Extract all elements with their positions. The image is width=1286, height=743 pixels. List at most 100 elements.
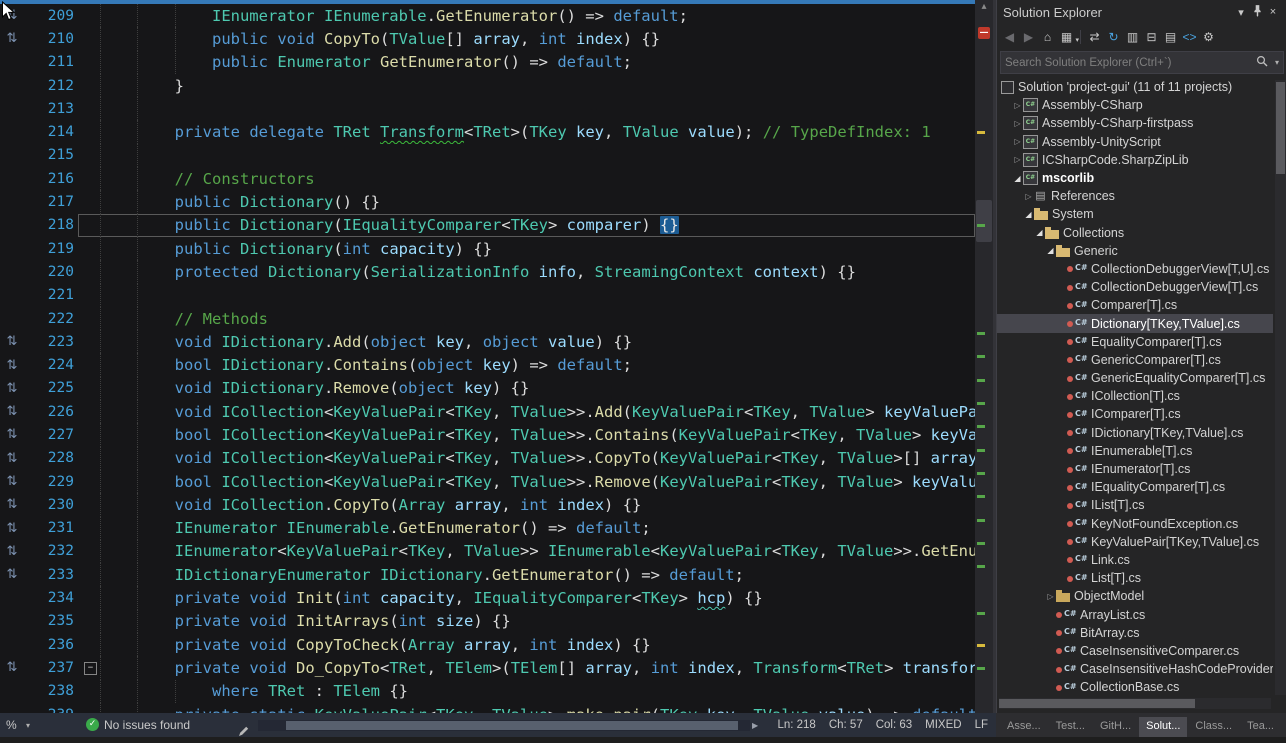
code-line[interactable]: 236 private void CopyToCheck(Array array… [0, 633, 975, 656]
tree-item[interactable]: IDictionary[TKey,TValue].cs [997, 424, 1273, 442]
properties-icon[interactable]: ⚙ [1199, 28, 1218, 46]
code-line[interactable]: 218 public Dictionary(IEqualityComparer<… [0, 214, 975, 237]
code-line[interactable]: ⇅225 void IDictionary.Remove(object key)… [0, 377, 975, 400]
line-number[interactable]: 218 [24, 217, 78, 233]
collapsed-arrow-icon[interactable]: ▷ [1012, 101, 1023, 110]
code-text[interactable]: // Methods [78, 307, 975, 330]
collapsed-arrow-icon[interactable]: ▷ [1023, 192, 1034, 201]
code-text[interactable] [78, 97, 975, 120]
code-text[interactable] [78, 144, 975, 167]
code-line[interactable]: ⇅210 public void CopyTo(TValue[] array, … [0, 27, 975, 50]
code-text[interactable]: void ICollection.CopyTo(Array array, int… [78, 493, 975, 516]
tree-item[interactable]: BitArray.cs [997, 624, 1273, 642]
collapsed-arrow-icon[interactable]: ▷ [1045, 592, 1056, 601]
tree-item[interactable]: EqualityComparer[T].cs [997, 333, 1273, 351]
line-number[interactable]: 224 [24, 357, 78, 373]
code-text[interactable]: private void Init(int capacity, IEqualit… [78, 586, 975, 609]
collapsed-arrow-icon[interactable]: ▷ [1012, 155, 1023, 164]
tree-item[interactable]: ICollection[T].cs [997, 387, 1273, 405]
tree-item[interactable]: CollectionDebuggerView[T,U].cs [997, 260, 1273, 278]
refresh-icon[interactable]: ↻ [1104, 28, 1123, 46]
tree-item[interactable]: ▷C#Assembly-CSharp-firstpass [997, 114, 1273, 132]
editor-scrollbar-thumb[interactable] [976, 200, 992, 242]
code-line[interactable]: 217 public Dictionary() {} [0, 190, 975, 213]
tree-item[interactable]: GenericComparer[T].cs [997, 351, 1273, 369]
code-text[interactable]: // Constructors [78, 167, 975, 190]
show-all-files-icon[interactable]: ▤ [1161, 28, 1180, 46]
hscroll-right-icon[interactable]: ▶ [752, 713, 758, 737]
line-number[interactable]: 231 [24, 520, 78, 536]
tree-item[interactable]: ◢System [997, 205, 1273, 223]
tree-item[interactable]: ▷C#Assembly-UnityScript [997, 133, 1273, 151]
code-line[interactable]: 219 public Dictionary(int capacity) {} [0, 237, 975, 260]
tree-item[interactable]: ◢C#mscorlib [997, 169, 1273, 187]
line-number[interactable]: 230 [24, 497, 78, 513]
code-line[interactable]: 215 [0, 144, 975, 167]
line-number[interactable]: 212 [24, 78, 78, 94]
interface-impl-icon[interactable]: ⇅ [0, 567, 24, 582]
search-input[interactable] [1001, 57, 1253, 69]
tree-item[interactable]: Comparer[T].cs [997, 296, 1273, 314]
code-line[interactable]: ⇅231 IEnumerator IEnumerable.GetEnumerat… [0, 517, 975, 540]
tree-vscrollbar-thumb[interactable] [1276, 82, 1285, 174]
code-line[interactable]: ⇅237− private void Do_CopyTo<TRet, TElem… [0, 656, 975, 679]
char-indicator[interactable]: Ch: 57 [829, 719, 863, 731]
line-number[interactable]: 225 [24, 380, 78, 396]
tree-item[interactable]: ▷ObjectModel [997, 587, 1273, 605]
code-text[interactable]: private static KeyValuePair<TKey, TValue… [78, 703, 975, 713]
tree-item[interactable]: IEqualityComparer[T].cs [997, 478, 1273, 496]
code-line[interactable]: ⇅227 bool ICollection<KeyValuePair<TKey,… [0, 423, 975, 446]
tool-window-tab[interactable]: Class... [1188, 717, 1239, 737]
collapse-all-icon[interactable]: ⊟ [1142, 28, 1161, 46]
editor-hscrollbar-thumb[interactable] [286, 721, 738, 730]
interface-impl-icon[interactable]: ⇅ [0, 404, 24, 419]
code-text[interactable]: bool ICollection<KeyValuePair<TKey, TVal… [78, 423, 975, 446]
tool-window-tab[interactable]: Tea... [1240, 717, 1281, 737]
line-number[interactable]: 219 [24, 241, 78, 257]
search-icon[interactable] [1253, 54, 1271, 72]
line-indicator[interactable]: Ln: 218 [777, 719, 815, 731]
tree-item[interactable]: KeyNotFoundException.cs [997, 515, 1273, 533]
code-line[interactable]: 212 } [0, 74, 975, 97]
tree-item[interactable]: CaseInsensitiveComparer.cs [997, 642, 1273, 660]
code-line[interactable]: 216 // Constructors [0, 167, 975, 190]
tree-vscrollbar[interactable] [1275, 80, 1286, 695]
code-text[interactable] [78, 284, 975, 307]
interface-impl-icon[interactable]: ⇅ [0, 427, 24, 442]
line-number[interactable]: 215 [24, 147, 78, 163]
code-text[interactable]: private delegate TRet Transform<TRet>(TK… [78, 120, 975, 143]
line-number[interactable]: 214 [24, 124, 78, 140]
code-line[interactable]: ⇅228 void ICollection<KeyValuePair<TKey,… [0, 447, 975, 470]
line-number[interactable]: 228 [24, 450, 78, 466]
code-line[interactable]: ⇅230 void ICollection.CopyTo(Array array… [0, 493, 975, 516]
column-indicator[interactable]: Col: 63 [876, 719, 912, 731]
line-number[interactable]: 216 [24, 171, 78, 187]
line-number[interactable]: 223 [24, 334, 78, 350]
line-number[interactable]: 213 [24, 101, 78, 117]
sync-with-active-document-icon[interactable]: ⇄ [1085, 28, 1104, 46]
code-line[interactable]: 222 // Methods [0, 307, 975, 330]
line-number[interactable]: 229 [24, 474, 78, 490]
code-line[interactable]: 221 [0, 284, 975, 307]
switch-views-icon[interactable]: ▦▾ [1057, 28, 1076, 46]
code-line[interactable]: ⇅233 IDictionaryEnumerator IDictionary.G… [0, 563, 975, 586]
code-line[interactable]: 213 [0, 97, 975, 120]
code-text[interactable]: bool ICollection<KeyValuePair<TKey, TVal… [78, 470, 975, 493]
tree-item[interactable]: CaseInsensitiveHashCodeProvider.cs [997, 660, 1273, 678]
code-text[interactable]: − private void Do_CopyTo<TRet, TElem>(TE… [78, 656, 975, 679]
code-line[interactable]: 238 where TRet : TElem {} [0, 680, 975, 703]
close-icon[interactable]: × [1265, 6, 1281, 18]
code-text[interactable]: bool IDictionary.Contains(object key) =>… [78, 353, 975, 376]
code-line[interactable]: 239 private static KeyValuePair<TKey, TV… [0, 703, 975, 713]
code-text[interactable]: } [78, 74, 975, 97]
window-position-icon[interactable]: ▾ [1233, 6, 1249, 19]
interface-impl-icon[interactable]: ⇅ [0, 474, 24, 489]
interface-impl-icon[interactable]: ⇅ [0, 358, 24, 373]
home-icon[interactable]: ⌂ [1038, 28, 1057, 46]
code-text[interactable]: public Dictionary(int capacity) {} [78, 237, 975, 260]
interface-impl-icon[interactable]: ⇅ [0, 544, 24, 559]
line-number[interactable]: 222 [24, 311, 78, 327]
code-text[interactable]: IEnumerator<KeyValuePair<TKey, TValue>> … [78, 540, 975, 563]
tree-item[interactable]: ▷C#ICSharpCode.SharpZipLib [997, 151, 1273, 169]
line-number[interactable]: 209 [24, 8, 78, 24]
